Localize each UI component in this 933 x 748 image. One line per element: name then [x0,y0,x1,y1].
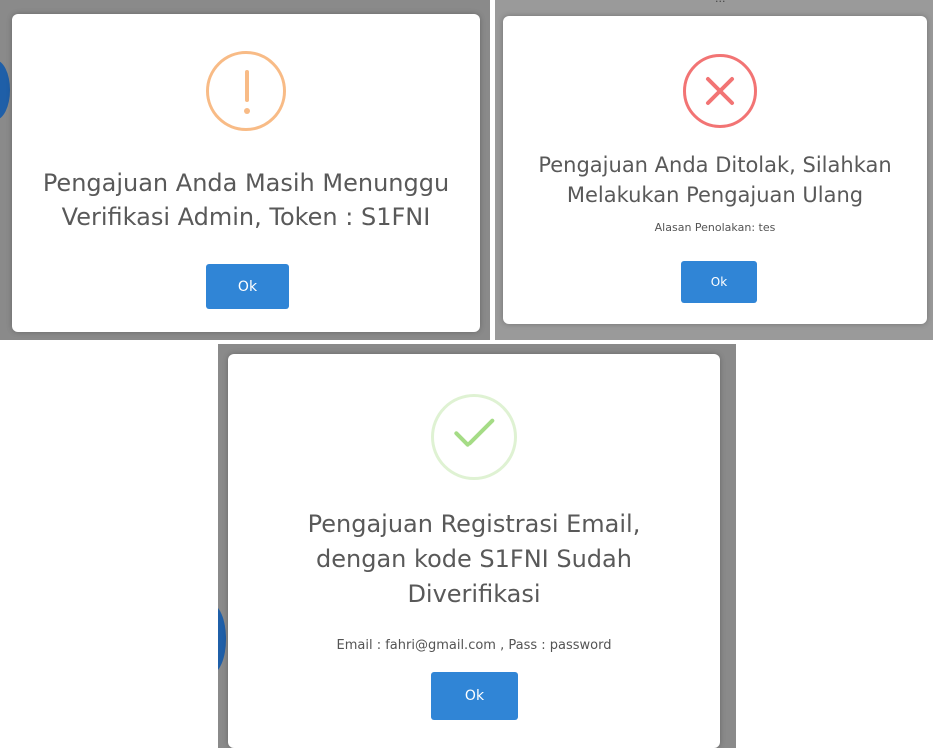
ok-button[interactable]: Ok [206,264,289,309]
warning-dialog: Pengajuan Anda Masih Menunggu Verifikasi… [12,14,480,332]
screenshot-error: ... Pengajuan Anda Ditolak, Silahkan Mel… [495,0,933,340]
screenshot-success: Pengajuan Registrasi Email, dengan kode … [218,344,736,748]
dialog-title: Pengajuan Registrasi Email, dengan kode … [228,507,720,612]
title-line: Pengajuan Anda Masih Menunggu [42,169,450,197]
error-dialog: Pengajuan Anda Ditolak, Silahkan Melakuk… [503,16,927,324]
title-line: Verifikasi Admin, Token : S1FNI [61,203,431,231]
rejection-reason: Alasan Penolakan: tes [654,221,776,234]
title-line: Pengajuan Anda Ditolak, Silahkan [538,153,892,177]
credentials-text: Email : fahri@gmail.com , Pass : passwor… [336,638,612,653]
exclamation-icon [206,51,286,131]
dialog-title: Pengajuan Anda Masih Menunggu Verifikasi… [12,166,480,234]
x-mark-icon [683,54,757,128]
title-line: Pengajuan Registrasi Email, [307,510,641,538]
title-line: Melakukan Pengajuan Ulang [566,183,864,207]
success-dialog: Pengajuan Registrasi Email, dengan kode … [228,354,720,748]
ok-button[interactable]: Ok [431,672,518,720]
background-text: ... [715,0,726,5]
ok-button[interactable]: Ok [681,261,757,303]
screenshot-warning: Pengajuan Anda Masih Menunggu Verifikasi… [0,0,490,340]
dialog-title: Pengajuan Anda Ditolak, Silahkan Melakuk… [503,150,927,210]
background-avatar [0,60,10,120]
checkmark-icon [431,394,517,480]
title-line: dengan kode S1FNI Sudah [316,545,632,573]
background-avatar [218,604,226,674]
title-line: Diverifikasi [407,580,541,608]
